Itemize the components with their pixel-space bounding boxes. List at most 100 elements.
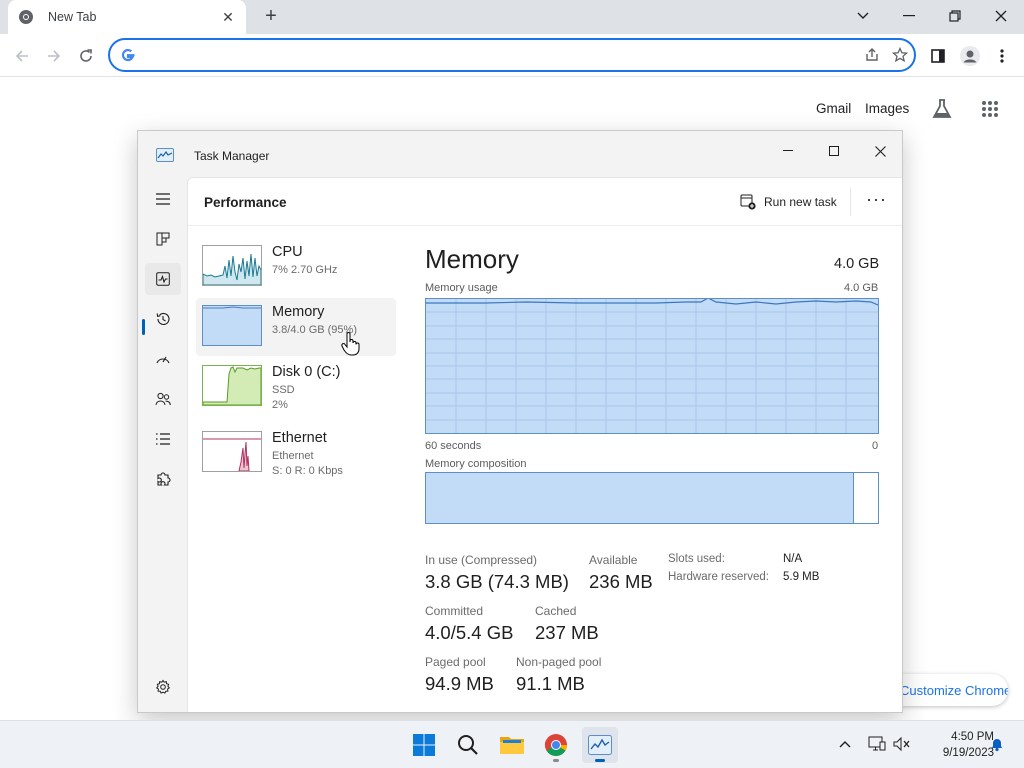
clock-time: 4:50 PM [951, 731, 994, 743]
resource-ethernet[interactable]: Ethernet Ethernet S: 0 R: 0 Kbps [196, 424, 396, 482]
reload-button[interactable] [72, 42, 100, 70]
performance-icon [156, 272, 170, 286]
side-panel-icon [931, 49, 945, 63]
task-manager-titlebar[interactable]: Task Manager [138, 131, 902, 177]
close-icon [874, 145, 886, 157]
apps-grid-icon[interactable] [978, 97, 1002, 121]
side-panel-button[interactable] [924, 42, 952, 70]
hand-pointer-icon [341, 332, 360, 356]
nav-settings[interactable] [145, 671, 181, 703]
restore-icon [949, 10, 961, 22]
resource-memory[interactable]: Memory 3.8/4.0 GB (95%) [196, 298, 396, 356]
resource-detail: SSD [272, 384, 295, 396]
tab-close-icon[interactable]: ✕ [220, 9, 236, 26]
kebab-menu-icon [1000, 49, 1004, 63]
task-manager-window: Task Manager Performance Run new task ··… [137, 130, 903, 713]
taskbar-search-button[interactable] [450, 727, 486, 763]
in-use-label: In use (Compressed) [425, 553, 538, 567]
processes-icon [156, 232, 170, 246]
taskbar-chrome[interactable] [538, 727, 574, 763]
maximize-icon [829, 146, 839, 156]
tab-title: New Tab [48, 10, 97, 24]
chrome-logo-icon [544, 734, 567, 756]
network-icon[interactable] [866, 733, 888, 755]
cached-value: 237 MB [535, 622, 599, 643]
non-paged-pool-label: Non-paged pool [516, 655, 602, 669]
minimize-icon [783, 150, 793, 151]
images-link[interactable]: Images [865, 101, 909, 116]
avatar-icon [960, 46, 980, 66]
tm-maximize-button[interactable] [811, 137, 857, 165]
more-options-button[interactable]: ··· [866, 190, 887, 208]
tab-new-tab[interactable]: New Tab ✕ [8, 0, 246, 34]
resource-name: CPU [272, 244, 303, 260]
close-window-button[interactable] [978, 0, 1024, 32]
nav-processes[interactable] [145, 223, 181, 255]
show-hidden-icons-button[interactable] [834, 733, 856, 755]
cached-label: Cached [535, 604, 577, 618]
paged-pool-label: Paged pool [425, 655, 486, 669]
cpu-thumbnail-graph [202, 245, 262, 286]
back-button[interactable] [8, 42, 36, 70]
taskbar-file-explorer[interactable] [494, 727, 530, 763]
bookmark-star-icon[interactable] [886, 41, 914, 69]
resource-cpu[interactable]: CPU 7% 2.70 GHz [196, 238, 396, 296]
gmail-link[interactable]: Gmail [816, 101, 851, 116]
close-icon [995, 10, 1007, 22]
labs-flask-icon[interactable] [930, 97, 954, 121]
users-icon [155, 392, 171, 406]
running-indicator [595, 759, 605, 762]
nav-menu-button[interactable] [145, 183, 181, 215]
resource-detail-2: S: 0 R: 0 Kbps [272, 465, 343, 477]
memory-usage-max: 4.0 GB [844, 282, 879, 294]
tm-minimize-button[interactable] [765, 137, 811, 165]
resource-name: Disk 0 (C:) [272, 364, 341, 380]
notifications-bell-icon[interactable] [986, 733, 1008, 755]
customize-chrome-label: Customize Chrome [900, 682, 1008, 698]
performance-header: Performance Run new task ··· [188, 178, 902, 226]
memory-in-use-segment [426, 473, 854, 523]
google-g-icon [121, 48, 135, 62]
tm-close-button[interactable] [857, 137, 902, 165]
forward-button[interactable] [40, 42, 68, 70]
history-icon [156, 312, 170, 325]
search-icon [458, 735, 478, 755]
windows-taskbar: 4:50 PM 9/19/2023 [0, 720, 1024, 768]
windows-logo-icon [413, 734, 435, 756]
start-button[interactable] [406, 727, 442, 763]
nav-details[interactable] [145, 423, 181, 455]
non-paged-pool-value: 91.1 MB [516, 673, 585, 694]
nav-services[interactable] [145, 463, 181, 495]
nav-performance[interactable] [145, 263, 181, 295]
resource-disk[interactable]: Disk 0 (C:) SSD 2% [196, 358, 396, 416]
task-manager-nav [138, 177, 188, 712]
running-indicator [553, 759, 559, 762]
hw-reserved-label: Hardware reserved: [668, 571, 769, 583]
run-new-task-button[interactable]: Run new task [740, 194, 837, 210]
chevron-down-icon [857, 12, 869, 19]
nav-app-history[interactable] [145, 303, 181, 335]
resource-name: Ethernet [272, 430, 327, 446]
disk-thumbnail-graph [202, 365, 262, 406]
resource-detail: Ethernet [272, 450, 314, 462]
volume-muted-icon[interactable] [890, 733, 912, 755]
folder-icon [500, 737, 524, 754]
new-tab-button[interactable]: + [260, 5, 282, 27]
chrome-menu-button[interactable] [988, 42, 1016, 70]
restore-button[interactable] [932, 0, 978, 32]
share-icon[interactable] [858, 41, 886, 69]
minimize-button[interactable] [886, 0, 932, 32]
taskbar-task-manager[interactable] [582, 727, 618, 763]
address-input[interactable] [144, 42, 858, 68]
header-divider [850, 188, 851, 216]
memory-total: 4.0 GB [834, 256, 880, 272]
nav-users[interactable] [145, 383, 181, 415]
gear-icon [155, 679, 171, 694]
speedometer-icon [156, 356, 170, 364]
nav-startup-apps[interactable] [145, 343, 181, 375]
profile-button[interactable] [956, 42, 984, 70]
tab-search-button[interactable] [840, 0, 886, 32]
address-bar[interactable] [108, 38, 916, 72]
taskbar-clock[interactable]: 4:50 PM 9/19/2023 [914, 729, 994, 761]
page-title: Performance [204, 195, 287, 210]
